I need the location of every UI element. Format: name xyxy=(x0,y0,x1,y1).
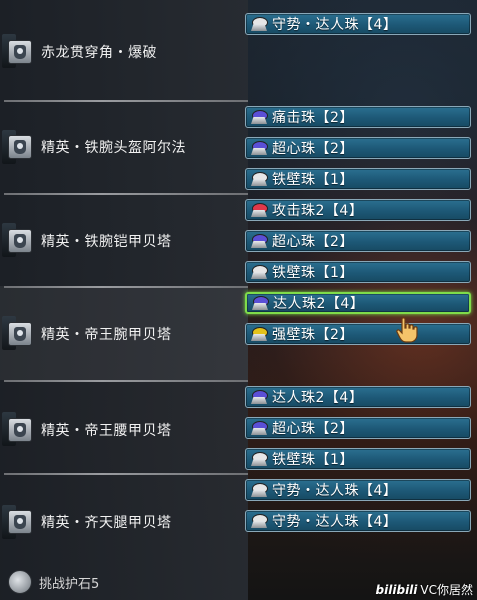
gear-block-weapon: 赤龙贯穿角・爆破 xyxy=(0,0,248,100)
decoration-slot[interactable]: 铁壁珠【1】 xyxy=(245,168,471,190)
decoration-slot[interactable]: 超心珠【2】 xyxy=(245,417,471,439)
slot-label: 守势・达人珠【4】 xyxy=(272,514,398,530)
decoration-slot[interactable]: 守势・达人珠【4】 xyxy=(245,479,471,501)
gear-row-waist[interactable]: 精英・帝王腰甲贝塔 xyxy=(8,418,172,442)
slot-label: 超心珠【2】 xyxy=(272,141,354,157)
divider xyxy=(4,286,248,288)
slot-label: 攻击珠2【4】 xyxy=(272,203,364,219)
charm-row[interactable]: 挑战护石5 xyxy=(8,570,99,594)
decoration-slot[interactable]: 超心珠【2】 xyxy=(245,230,471,252)
charm-icon xyxy=(8,570,32,594)
gear-block-helmet: 精英・铁腕头盔阿尔法 xyxy=(0,100,248,193)
jewel-purple-icon xyxy=(250,109,268,125)
gear-block-arms: 精英・帝王腕甲贝塔 xyxy=(0,286,248,380)
hand-pointer-icon xyxy=(396,317,418,343)
divider xyxy=(4,473,248,475)
jewel-purple-icon xyxy=(250,420,268,436)
slot-label: 强壁珠【2】 xyxy=(272,327,354,343)
gear-name: 精英・帝王腕甲贝塔 xyxy=(41,327,172,343)
jewel-yellow-icon xyxy=(250,326,268,342)
divider xyxy=(4,100,248,102)
gear-name: 精英・铁腕铠甲贝塔 xyxy=(41,234,172,250)
gear-block-legs: 精英・齐天腿甲贝塔 xyxy=(0,473,248,566)
decoration-slot[interactable]: 铁壁珠【1】 xyxy=(245,448,471,470)
slot-label: 铁壁珠【1】 xyxy=(272,172,354,188)
helmet-icon xyxy=(8,135,32,159)
jewel-purple-icon xyxy=(250,140,268,156)
gear-row-arms[interactable]: 精英・帝王腕甲贝塔 xyxy=(8,322,172,346)
jewel-white-icon xyxy=(250,451,268,467)
slot-label: 守势・达人珠【4】 xyxy=(272,17,398,33)
decoration-slot[interactable]: 强壁珠【2】 xyxy=(245,323,471,345)
slot-label: 达人珠2【4】 xyxy=(272,390,364,406)
gear-name: 精英・帝王腰甲贝塔 xyxy=(41,423,172,439)
jewel-red-icon xyxy=(250,202,268,218)
slot-label: 超心珠【2】 xyxy=(272,421,354,437)
weapon-icon xyxy=(8,40,32,64)
watermark-text: VC你居然 xyxy=(420,583,473,597)
decoration-slot[interactable]: 攻击珠2【4】 xyxy=(245,199,471,221)
jewel-white-icon xyxy=(250,264,268,280)
leg-armor-icon xyxy=(8,510,32,534)
jewel-white-icon xyxy=(250,482,268,498)
divider xyxy=(4,193,248,195)
gear-name: 赤龙贯穿角・爆破 xyxy=(41,45,157,61)
jewel-white-icon xyxy=(250,513,268,529)
decoration-slot[interactable]: 守势・达人珠【4】 xyxy=(245,13,471,35)
slot-label: 超心珠【2】 xyxy=(272,234,354,250)
jewel-white-icon xyxy=(250,171,268,187)
arm-armor-icon xyxy=(8,322,32,346)
gear-row-weapon[interactable]: 赤龙贯穿角・爆破 xyxy=(8,40,157,64)
chest-armor-icon xyxy=(8,229,32,253)
jewel-purple-icon xyxy=(251,295,269,311)
gear-row-helmet[interactable]: 精英・铁腕头盔阿尔法 xyxy=(8,135,186,159)
slot-label: 守势・达人珠【4】 xyxy=(272,483,398,499)
gear-block-waist: 精英・帝王腰甲贝塔 xyxy=(0,380,248,473)
decoration-slot-selected[interactable]: 达人珠2【4】 xyxy=(245,292,471,314)
slot-label: 铁壁珠【1】 xyxy=(272,452,354,468)
decoration-slot[interactable]: 铁壁珠【1】 xyxy=(245,261,471,283)
divider xyxy=(4,380,248,382)
decoration-slot[interactable]: 痛击珠【2】 xyxy=(245,106,471,128)
slot-label: 痛击珠【2】 xyxy=(272,110,354,126)
decoration-slot[interactable]: 守势・达人珠【4】 xyxy=(245,510,471,532)
slot-label: 达人珠2【4】 xyxy=(273,296,365,312)
jewel-purple-icon xyxy=(250,233,268,249)
charm-name: 挑战护石5 xyxy=(39,576,100,592)
gear-name: 精英・铁腕头盔阿尔法 xyxy=(41,140,186,156)
gear-block-chest: 精英・铁腕铠甲贝塔 xyxy=(0,193,248,286)
bilibili-logo: bilibili xyxy=(375,583,418,597)
decoration-slot[interactable]: 超心珠【2】 xyxy=(245,137,471,159)
watermark: bilibili VC你居然 xyxy=(376,581,473,598)
jewel-white-icon xyxy=(250,16,268,32)
gear-row-chest[interactable]: 精英・铁腕铠甲贝塔 xyxy=(8,229,172,253)
gear-name: 精英・齐天腿甲贝塔 xyxy=(41,515,172,531)
decoration-slot[interactable]: 达人珠2【4】 xyxy=(245,386,471,408)
jewel-purple-icon xyxy=(250,389,268,405)
waist-armor-icon xyxy=(8,418,32,442)
gear-row-legs[interactable]: 精英・齐天腿甲贝塔 xyxy=(8,510,172,534)
slot-label: 铁壁珠【1】 xyxy=(272,265,354,281)
